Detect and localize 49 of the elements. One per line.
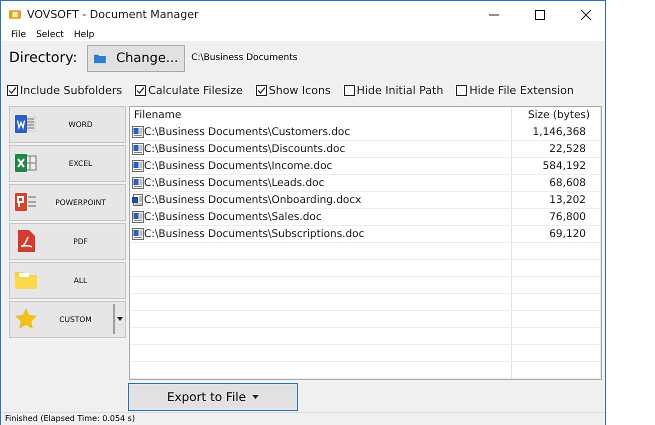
document-icon xyxy=(132,126,144,138)
change-button[interactable]: Change... xyxy=(87,44,186,72)
option-checkbox[interactable]: Hide File Extension xyxy=(456,80,574,100)
menu-item[interactable]: Select xyxy=(36,30,64,40)
checkbox-icon[interactable] xyxy=(344,84,355,96)
filename-cell: C:\Business Documents\Leads.doc xyxy=(144,176,324,189)
document-icon xyxy=(132,228,144,240)
directory-path: C:\Business Documents xyxy=(191,53,298,64)
filename-cell: C:\Business Documents\Onboarding.docx xyxy=(144,194,362,206)
filename-cell: C:\Business Documents\Income.doc xyxy=(144,160,332,172)
directory-label: Directory: xyxy=(9,50,78,66)
size-cell: 584,192 xyxy=(542,160,586,172)
filename-cell: C:\Business Documents\Sales.doc xyxy=(144,210,322,223)
maximize-icon[interactable] xyxy=(535,10,545,20)
column-header[interactable]: Size (bytes) xyxy=(512,106,600,124)
document-icon xyxy=(132,176,144,189)
document-icon xyxy=(132,142,144,155)
size-cell: 13,202 xyxy=(549,194,586,206)
star-icon xyxy=(14,307,38,332)
status-text: Finished (Elapsed Time: 0.054 s) xyxy=(5,414,135,424)
document-icon xyxy=(132,194,144,206)
option-checkbox[interactable]: Calculate Filesize xyxy=(135,80,243,100)
size-cell: 22,528 xyxy=(549,142,586,155)
export-button[interactable]: Export to File xyxy=(128,382,298,411)
checkbox-icon[interactable] xyxy=(256,84,267,96)
checkbox-icon[interactable] xyxy=(456,84,468,96)
menu-item[interactable]: Help xyxy=(74,30,94,40)
size-cell: 1,146,368 xyxy=(532,126,586,138)
checkbox-icon[interactable] xyxy=(135,84,146,96)
filename-cell: C:\Business Documents\Subscriptions.doc xyxy=(144,228,364,240)
option-checkbox[interactable]: Include Subfolders xyxy=(7,80,122,100)
document-icon xyxy=(132,210,144,223)
size-cell: 76,800 xyxy=(549,210,586,223)
document-icon xyxy=(132,160,144,172)
close-icon[interactable] xyxy=(581,10,591,20)
filename-cell: C:\Business Documents\Discounts.doc xyxy=(144,142,346,155)
option-checkbox[interactable]: Hide Initial Path xyxy=(344,80,444,100)
filename-cell: C:\Business Documents\Customers.doc xyxy=(144,126,350,138)
option-checkbox[interactable]: Show Icons xyxy=(256,80,331,100)
menu-item[interactable]: File xyxy=(11,30,26,40)
checkbox-icon[interactable] xyxy=(7,84,18,96)
dropdown-arrow-icon[interactable] xyxy=(113,304,123,334)
app-icon xyxy=(9,9,21,20)
size-cell: 68,608 xyxy=(549,176,586,189)
window-title: VOVSOFT - Document Manager xyxy=(27,8,198,22)
caret-icon xyxy=(252,394,260,399)
column-header[interactable]: Filename xyxy=(130,106,512,124)
size-cell: 69,120 xyxy=(549,228,586,240)
folder-icon xyxy=(94,52,106,64)
